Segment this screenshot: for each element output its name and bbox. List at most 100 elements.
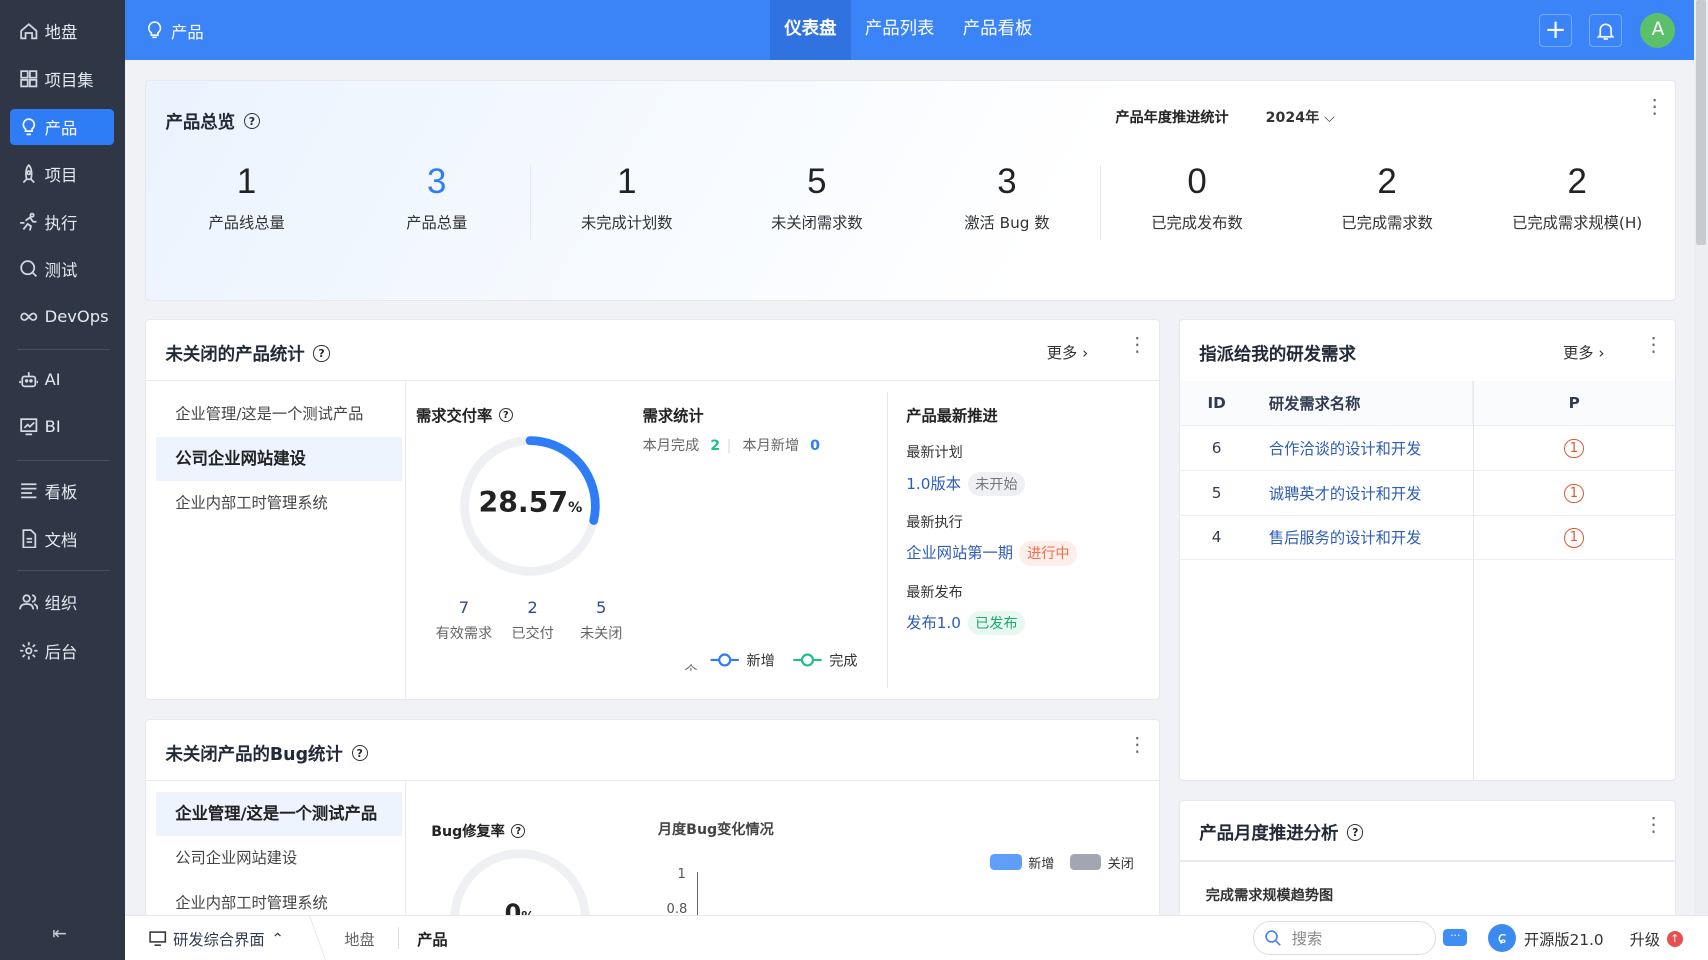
sidebar-item-label: 后台 (44, 642, 78, 662)
legend-item[interactable]: 新增 (710, 653, 774, 669)
help-icon[interactable]: ? (1347, 824, 1364, 841)
sidebar-item-7[interactable]: AI (10, 362, 115, 398)
sidebar-item-5[interactable]: 测试 (10, 251, 115, 287)
doc-icon (21, 529, 36, 549)
chart-subtitle: 完成需求规模趋势图 (1205, 888, 1334, 905)
stat-item[interactable]: 1 未完成计划数 (531, 162, 722, 233)
more-link[interactable]: 更多 › (1563, 341, 1604, 363)
card-title: 未关闭产品的Bug统计 (165, 744, 343, 765)
stat-item[interactable]: 2 已完成需求规模(H) (1482, 162, 1673, 233)
more-menu-icon[interactable]: ⋮ (1644, 335, 1664, 355)
product-list-item[interactable]: 公司企业网站建设 (155, 436, 402, 482)
help-icon[interactable]: ? (511, 824, 526, 839)
run-icon (19, 212, 36, 231)
sidebar-item-label: 项目集 (44, 70, 94, 90)
stat-item[interactable]: 1 产品线总量 (151, 162, 342, 233)
product-list-item[interactable]: 企业管理/这是一个测试产品 (156, 392, 402, 437)
module-name: 产品 (171, 22, 204, 42)
zentao-logo-icon: ɕ (1487, 923, 1517, 952)
story-link[interactable]: 诚聘英才的设计和开发 (1253, 470, 1473, 516)
story-link[interactable]: 售后服务的设计和开发 (1253, 515, 1473, 561)
stat-item[interactable]: 0 已完成发布数 (1102, 162, 1293, 233)
sidebar-item-10[interactable]: 文档 (10, 521, 115, 557)
collapse-sidebar-icon[interactable]: ⇤ (52, 924, 67, 944)
stat-item[interactable]: 3 产品总量 (341, 162, 532, 233)
help-icon[interactable]: ? (313, 345, 330, 362)
plan-label: 最新计划 (906, 445, 963, 462)
kanban-icon (20, 483, 36, 499)
gear-icon (19, 642, 38, 660)
legend-item[interactable]: 完成 (792, 653, 857, 669)
product-stats-card: 未关闭的产品统计? 更多 › ⋮ 企业管理/这是一个测试产品 公司企业网站建设 企业… (144, 319, 1161, 701)
app-switcher[interactable]: 研发综合界面 ⌃ (149, 928, 284, 950)
sidebar-item-3[interactable]: 项目 (10, 156, 115, 192)
top-header: 产品 仪表盘 产品列表 产品看板 + A (125, 0, 1694, 60)
delivery-stat: 7 有效需求 (435, 597, 493, 643)
priority-badge: 1 (1564, 528, 1584, 548)
sidebar-item-label: 地盘 (44, 23, 78, 43)
chevron-down-icon: ⌵ (1324, 109, 1335, 126)
priority-badge: 1 (1564, 438, 1584, 459)
table-row[interactable]: 4 售后服务的设计和开发 1 (1179, 515, 1676, 561)
sidebar-item-11[interactable]: 组织 (10, 584, 115, 620)
search-input[interactable]: 搜索 (1252, 921, 1436, 956)
sidebar-item-0[interactable]: 地盘 (10, 13, 115, 49)
sidebar-item-6[interactable]: DevOps (10, 298, 115, 334)
robot-icon (18, 371, 38, 388)
help-icon[interactable]: ? (351, 744, 368, 762)
overview-title: 产品总览? (165, 109, 261, 134)
stat-item[interactable]: 5 未关闭需求数 (722, 162, 913, 233)
more-menu-icon[interactable]: ⋮ (1127, 335, 1147, 355)
stat-item[interactable]: 2 已完成需求数 (1292, 162, 1483, 233)
sidebar-item-8[interactable]: BI (10, 408, 115, 444)
users-icon (18, 594, 38, 610)
sidebar-item-4[interactable]: 执行 (10, 204, 115, 240)
sidebar-divider (17, 569, 110, 571)
plan-link[interactable]: 1.0版本 (906, 475, 961, 493)
product-list-item[interactable]: 企业管理/这是一个测试产品 (155, 791, 402, 837)
sidebar-item-2[interactable]: 产品 (9, 108, 115, 145)
add-button[interactable]: + (1539, 14, 1572, 47)
sidebar-item-9[interactable]: 看板 (10, 473, 115, 509)
exec-link[interactable]: 企业网站第一期 (906, 544, 1013, 562)
exec-label: 最新执行 (906, 514, 963, 531)
table-row[interactable]: 5 诚聘英才的设计和开发 1 (1179, 470, 1676, 516)
monthly-bug-title: 月度Bug变化情况 (657, 822, 774, 839)
avatar[interactable]: A (1640, 13, 1676, 48)
notification-button[interactable] (1589, 14, 1622, 47)
product-list-item[interactable]: 公司企业网站建设 (156, 836, 402, 881)
sidebar-item-1[interactable]: 项目集 (10, 61, 115, 97)
tab-0[interactable]: 仪表盘 (770, 0, 851, 60)
sidebar-item-12[interactable]: 后台 (10, 633, 115, 669)
bug-fix-title: Bug修复率 (431, 824, 505, 841)
bell-icon (1596, 23, 1615, 40)
help-icon[interactable]: ? (498, 407, 513, 423)
help-icon[interactable]: ? (243, 113, 261, 130)
grid-icon (19, 70, 37, 88)
year-select[interactable]: 2024年 ⌵ (1266, 107, 1335, 127)
release-link[interactable]: 发布1.0 (906, 614, 961, 632)
stat-item[interactable]: 3 激活 Bug 数 (912, 162, 1103, 233)
home-icon (19, 23, 37, 40)
more-link[interactable]: 更多 › (1047, 341, 1088, 363)
more-menu-icon[interactable]: ⋮ (1645, 97, 1665, 117)
table-row[interactable]: 6 合作洽谈的设计和开发 1 (1179, 425, 1676, 471)
scrollbar-thumb[interactable] (1696, 0, 1706, 246)
more-menu-icon[interactable]: ⋮ (1644, 815, 1664, 835)
module-title: 产品 (147, 19, 204, 43)
story-link[interactable]: 合作洽谈的设计和开发 (1253, 425, 1473, 471)
monitor-icon (149, 931, 167, 947)
tab-1[interactable]: 产品列表 (851, 0, 949, 60)
annual-label: 产品年度推进统计 (1115, 109, 1229, 126)
product-list-item[interactable]: 企业内部工时管理系统 (156, 481, 402, 526)
status-badge: 未开始 (967, 471, 1026, 496)
chart-icon (19, 417, 37, 435)
upgrade-button[interactable]: 升级 ↑ (1630, 928, 1683, 950)
tab-2[interactable]: 产品看板 (949, 0, 1047, 60)
sidebar-item-label: 执行 (44, 213, 78, 233)
ai-chat-icon[interactable]: ··· (1443, 929, 1468, 947)
more-menu-icon[interactable]: ⋮ (1127, 734, 1147, 754)
breadcrumb-product[interactable]: 产品 (417, 928, 448, 950)
breadcrumb-home[interactable]: 地盘 (344, 928, 375, 950)
story-stats-title: 需求统计 (642, 407, 704, 426)
